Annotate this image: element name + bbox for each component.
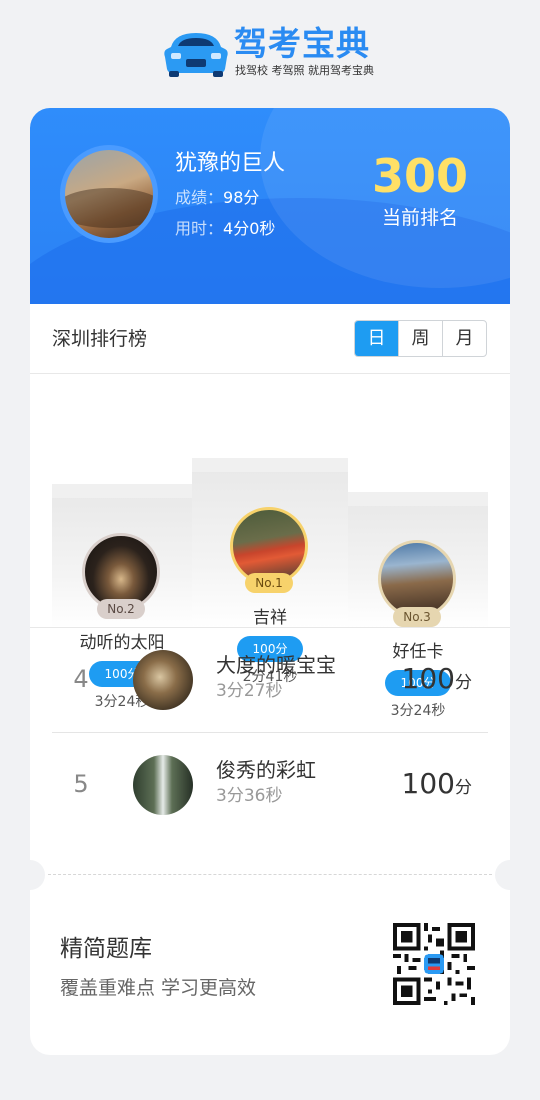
rank-badge-3: No.3 xyxy=(393,607,441,627)
player-score: 100分 xyxy=(401,662,472,695)
promo-title: 精简题库 xyxy=(60,936,152,962)
rank-badge-2: No.2 xyxy=(97,599,145,619)
player-time: 3分36秒 xyxy=(216,786,283,806)
avatar xyxy=(133,755,193,815)
tab-week[interactable]: 周 xyxy=(398,321,442,356)
leaderboard-title: 深圳排行榜 xyxy=(52,328,148,350)
car-logo-icon xyxy=(164,33,228,77)
player-time: 3分27秒 xyxy=(216,681,283,701)
time-label: 用时： xyxy=(175,219,224,238)
player-name: 大度的暖宝宝 xyxy=(216,653,336,677)
ticket-notch-left xyxy=(15,860,45,890)
promo-subtitle: 覆盖重难点 学习更高效 xyxy=(60,977,257,999)
player-score: 100分 xyxy=(401,767,472,800)
my-score: 成绩：98分 xyxy=(175,188,259,208)
list-item[interactable]: 5 俊秀的彩虹 3分36秒 100分 xyxy=(52,733,488,837)
current-rank-label: 当前排名 xyxy=(381,207,458,229)
score-label: 成绩： xyxy=(175,188,224,207)
period-tabs: 日 周 月 xyxy=(354,320,487,357)
app-header: 驾考宝典 找驾校 考驾照 就用驾考宝典 xyxy=(0,20,540,90)
podium: No.2 动听的太阳 100分 3分24秒 No.1 吉祥 100分 2分41秒… xyxy=(52,374,488,719)
qr-code-icon[interactable] xyxy=(393,923,475,1005)
app-slogan: 找驾校 考驾照 就用驾考宝典 xyxy=(235,64,374,77)
tab-month[interactable]: 月 xyxy=(442,321,486,356)
my-name: 犹豫的巨人 xyxy=(175,151,286,176)
score-value: 98分 xyxy=(223,188,260,207)
avatar xyxy=(133,650,193,710)
ranking-card: 犹豫的巨人 成绩：98分 用时：4分0秒 300 当前排名 深圳排行榜 日 周 … xyxy=(30,108,510,860)
player-1-name: 吉祥 xyxy=(253,608,287,628)
list-item[interactable]: 4 大度的暖宝宝 3分27秒 100分 xyxy=(52,628,488,732)
ticket-notch-right xyxy=(495,860,525,890)
current-rank-number: 300 xyxy=(371,149,469,203)
rank-number: 5 xyxy=(73,770,89,798)
player-name: 俊秀的彩虹 xyxy=(216,758,316,782)
tab-day[interactable]: 日 xyxy=(355,321,398,356)
rank-badge-1: No.1 xyxy=(245,573,293,593)
app-name: 驾考宝典 xyxy=(234,24,370,63)
my-time: 用时：4分0秒 xyxy=(175,219,275,239)
dashed-divider xyxy=(48,874,492,875)
rank-number: 4 xyxy=(73,665,89,693)
my-rank-panel: 犹豫的巨人 成绩：98分 用时：4分0秒 300 当前排名 xyxy=(30,108,510,304)
my-avatar[interactable] xyxy=(60,145,158,243)
time-value: 4分0秒 xyxy=(223,219,276,238)
